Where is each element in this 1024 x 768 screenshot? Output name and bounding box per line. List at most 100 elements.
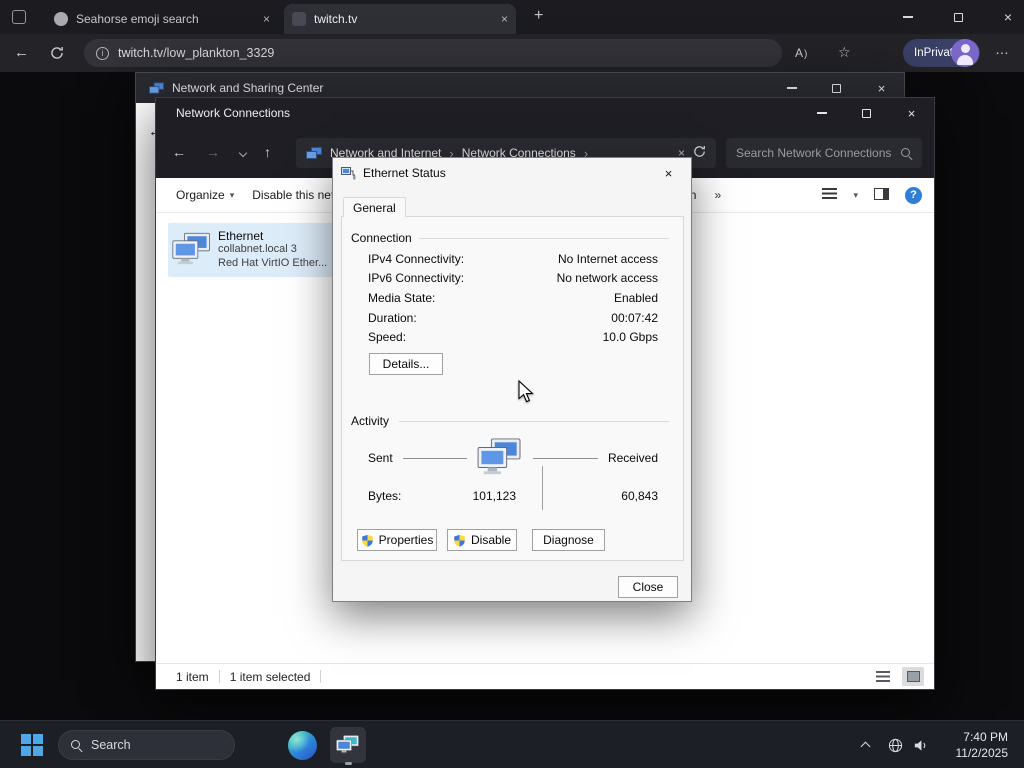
uac-shield-icon (361, 534, 373, 547)
new-tab-button[interactable] (534, 7, 543, 25)
view-chevron-icon[interactable] (853, 190, 858, 201)
uac-shield-icon (454, 534, 465, 547)
disable-label: Disable (470, 533, 512, 547)
network-globe-icon[interactable] (888, 738, 903, 758)
active-app-indicator (345, 762, 352, 765)
tray-chevron-up-icon[interactable] (860, 741, 871, 752)
minimize-icon (816, 112, 827, 114)
maximize-icon (832, 83, 841, 93)
row-value: No network access (556, 271, 658, 286)
start-button[interactable] (18, 731, 46, 759)
favorites-star-icon[interactable] (838, 44, 851, 61)
received-label: Received (607, 451, 658, 465)
chevron-down-icon (230, 190, 235, 201)
tab-actions-icon[interactable] (12, 10, 26, 24)
dialog-close-button[interactable] (646, 158, 691, 188)
item-count: 1 item (176, 669, 209, 684)
organize-label: Organize (176, 188, 225, 202)
close-button[interactable]: Close (618, 576, 678, 598)
maximize-button[interactable] (844, 98, 889, 128)
status-row: Speed: 10.0 Gbps (368, 327, 658, 347)
nav-up-button[interactable] (264, 144, 271, 160)
row-value: Enabled (613, 290, 658, 305)
network-connections-taskbar-icon[interactable] (330, 727, 366, 763)
read-aloud-icon[interactable] (795, 46, 807, 60)
dialog-titlebar[interactable]: Ethernet Status (333, 158, 691, 188)
row-value: No Internet access (557, 251, 658, 266)
network-location-icon (306, 146, 322, 159)
nav-back-button[interactable] (172, 144, 186, 160)
row-label: IPv4 Connectivity: (368, 251, 465, 266)
nav-forward-button[interactable] (206, 144, 220, 160)
row-label: IPv6 Connectivity: (368, 271, 465, 286)
url-text: twitch.tv/low_plankton_3329 (118, 46, 275, 60)
received-bytes-value: 60,843 (621, 489, 658, 503)
clock-time: 7:40 PM (963, 730, 1008, 744)
change-view-icon[interactable] (822, 187, 838, 203)
minimize-button[interactable] (799, 98, 844, 128)
help-icon[interactable] (905, 186, 922, 204)
browser-refresh-button[interactable] (50, 46, 64, 65)
status-bar: 1 item 1 item selected (156, 663, 934, 689)
tab-favicon (292, 12, 306, 26)
tab-general[interactable]: General (343, 197, 406, 217)
browser-tab-seahorse[interactable]: Seahorse emoji search (46, 4, 278, 34)
details-button[interactable]: Details... (369, 353, 443, 375)
window-minimize-button[interactable] (899, 9, 917, 25)
window-title: Network Connections (176, 106, 291, 120)
connection-name: Ethernet (218, 229, 264, 244)
clock-date: 11/2/2025 (955, 746, 1009, 760)
sent-bytes-value: 101,123 (472, 489, 516, 503)
browser-menu-button[interactable] (995, 41, 1010, 57)
mouse-cursor (518, 379, 535, 409)
row-label: Media State: (368, 290, 436, 305)
search-icon[interactable] (901, 147, 912, 159)
minimize-icon (903, 16, 913, 18)
window-close-button[interactable] (999, 9, 1017, 25)
connection-network: collabnet.local 3 (218, 243, 297, 256)
command-overflow-button[interactable]: » (714, 188, 721, 202)
maximize-icon (953, 12, 963, 22)
properties-button[interactable]: Properties (357, 529, 437, 551)
edge-taskbar-icon[interactable] (288, 731, 317, 760)
statusbar-divider (218, 670, 220, 683)
tab-title: Seahorse emoji search (76, 12, 199, 26)
refresh-icon[interactable] (693, 145, 706, 161)
ethernet-status-dialog[interactable]: Ethernet Status General Connection IPv4 … (332, 157, 692, 602)
browser-back-button[interactable] (14, 44, 29, 61)
taskbar: Search 7:40 PM 11/2/2025 (0, 720, 1024, 768)
group-divider (399, 421, 669, 422)
row-label: Speed: (368, 330, 407, 345)
window-icon (149, 81, 164, 94)
nav-history-chevron-icon[interactable] (238, 148, 248, 158)
diagnose-button[interactable]: Diagnose (532, 529, 605, 551)
details-view-icon[interactable] (872, 667, 894, 686)
ethernet-connection-item[interactable]: Ethernet collabnet.local 3 Red Hat VirtI… (168, 223, 340, 277)
url-field[interactable]: twitch.tv/low_plankton_3329 (84, 39, 782, 67)
preview-pane-icon[interactable] (874, 187, 889, 203)
site-info-icon[interactable] (96, 46, 109, 60)
disable-button[interactable]: Disable (447, 529, 517, 551)
tab-close-icon[interactable] (501, 12, 508, 26)
dialog-title: Ethernet Status (363, 166, 446, 180)
window-maximize-button[interactable] (949, 9, 967, 25)
tab-title: twitch.tv (314, 12, 358, 26)
search-box[interactable]: Search Network Connections (726, 138, 922, 168)
browser-chrome: Seahorse emoji search twitch.tv twitch.t… (0, 0, 1024, 72)
profile-avatar[interactable] (951, 39, 979, 67)
row-label: Duration: (368, 310, 417, 325)
thumbnail-view-icon[interactable] (902, 667, 924, 686)
tab-close-icon[interactable] (263, 12, 270, 26)
window-titlebar[interactable]: Network Connections (156, 98, 934, 128)
activity-connector (533, 457, 598, 459)
organize-menu[interactable]: Organize (176, 188, 234, 202)
properties-label: Properties (378, 533, 434, 547)
close-button[interactable] (889, 98, 934, 128)
taskbar-clock[interactable]: 7:40 PM 11/2/2025 (928, 729, 1009, 761)
volume-icon[interactable] (913, 738, 928, 758)
taskbar-search-box[interactable]: Search (58, 730, 235, 760)
browser-tab-twitch[interactable]: twitch.tv (284, 4, 516, 34)
activity-connector (402, 457, 468, 459)
search-placeholder: Search Network Connections (736, 146, 892, 160)
window-title: Network and Sharing Center (172, 81, 324, 95)
